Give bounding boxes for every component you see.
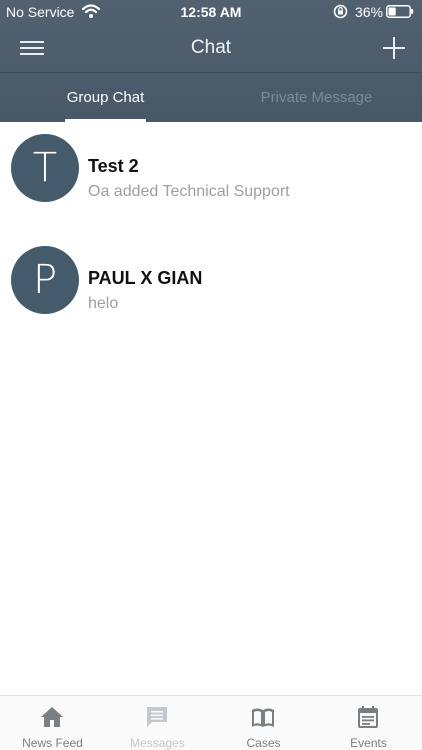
bottom-tab-label: News Feed bbox=[22, 736, 83, 750]
chat-list-item[interactable]: T Test 2 Oa added Technical Support bbox=[0, 134, 422, 234]
bottom-tab-label: Events bbox=[350, 736, 387, 750]
nav-bar: Chat bbox=[0, 24, 422, 72]
home-icon bbox=[41, 707, 63, 727]
chat-tabs: Group Chat Private Message bbox=[0, 72, 422, 122]
bottom-tab-cases[interactable]: Cases bbox=[211, 696, 316, 750]
app-header: No Service 12:58 AM 36% Chat Group Chat … bbox=[0, 0, 422, 122]
bottom-tab-bar: News Feed Messages Cases Events bbox=[0, 695, 422, 750]
chat-preview: Oa added Technical Support bbox=[88, 183, 290, 200]
battery-percent: 36% bbox=[355, 4, 384, 20]
avatar: P bbox=[11, 246, 79, 314]
bottom-tab-events[interactable]: Events bbox=[316, 696, 421, 750]
calendar-icon bbox=[358, 706, 378, 728]
chat-list-item[interactable]: P PAUL X GIAN helo bbox=[0, 246, 422, 346]
chat-preview: helo bbox=[88, 295, 119, 312]
plus-icon bbox=[383, 37, 405, 59]
page-title: Chat bbox=[190, 37, 232, 58]
avatar: T bbox=[11, 134, 79, 202]
tab-private-message[interactable]: Private Message bbox=[211, 73, 422, 122]
active-tab-indicator bbox=[65, 119, 146, 122]
book-icon bbox=[252, 708, 274, 727]
rotation-lock-icon bbox=[333, 4, 348, 19]
bottom-tab-label: Cases bbox=[246, 736, 281, 750]
hamburger-menu-icon bbox=[20, 41, 44, 55]
bottom-tab-news-feed[interactable]: News Feed bbox=[0, 696, 105, 750]
chat-name: Test 2 bbox=[88, 156, 139, 176]
message-icon bbox=[147, 707, 167, 727]
add-chat-button[interactable] bbox=[380, 34, 408, 62]
tab-group-chat[interactable]: Group Chat bbox=[0, 73, 211, 122]
bottom-tab-messages[interactable]: Messages bbox=[105, 696, 210, 750]
status-bar: No Service 12:58 AM 36% bbox=[0, 0, 422, 24]
chat-name: PAUL X GIAN bbox=[88, 268, 203, 288]
battery-icon bbox=[386, 5, 414, 18]
menu-button[interactable] bbox=[18, 36, 46, 60]
bottom-tab-label: Messages bbox=[130, 736, 185, 750]
